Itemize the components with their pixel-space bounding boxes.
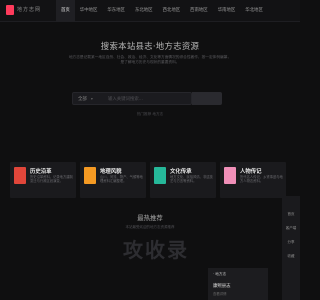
card-description: 历代名人传记，乡贤事迹与地方人物志资料。 <box>240 175 283 184</box>
card-culture[interactable]: 文化传承 地方文化、民俗风情、非遗技艺与方言等资料。 <box>150 162 216 198</box>
recommend-card[interactable]: · 地方志 康熙县志 查看详情 <box>208 268 268 300</box>
card-title: 地理风貌 <box>100 169 122 175</box>
card-description: 历史沿革资料，记录地方建制变迁与行政区划演变。 <box>30 175 73 184</box>
nav-item-east[interactable]: 华东地区 <box>102 0 130 22</box>
site-logo-icon[interactable] <box>6 5 14 15</box>
chevron-down-icon[interactable]: ▾ <box>91 97 93 101</box>
card-title: 文化传承 <box>170 169 192 175</box>
recommend-subtitle: 本站最受欢迎的地方志资源推荐 <box>125 225 175 229</box>
card-title: 历史沿革 <box>30 169 52 175</box>
nav-item-northeast[interactable]: 东北地区 <box>130 0 158 22</box>
card-description: 山川、河流、物产、气候等地理资料汇编整理。 <box>100 175 143 184</box>
nav-item-north[interactable]: 华北地区 <box>240 0 268 22</box>
site-logo-text[interactable]: 地方志网 <box>17 6 41 13</box>
search-box: 全部 ▾ <box>72 92 192 105</box>
card-geography[interactable]: 地理风貌 山川、河流、物产、气候等地理资料汇编整理。 <box>80 162 146 198</box>
recommend-card-name: 康熙县志 <box>213 284 231 289</box>
search-button[interactable] <box>192 92 222 105</box>
search-category-select[interactable]: 全部 <box>78 96 87 102</box>
main-nav: 首页 华中地区 华东地区 东北地区 西北地区 西南地区 华南地区 华北地区 <box>56 0 268 22</box>
card-history[interactable]: 历史沿革 历史沿革资料，记录地方建制变迁与行政区划演变。 <box>10 162 76 198</box>
culture-icon <box>154 167 166 184</box>
hero-title: 搜索本站县志·地方志资源 <box>100 41 200 51</box>
recommend-title: 最热推荐 <box>137 214 163 222</box>
category-cards: 历史沿革 历史沿革资料，记录地方建制变迁与行政区划演变。 地理风貌 山川、河流、… <box>10 162 286 198</box>
card-description: 地方文化、民俗风情、非遗技艺与方言等资料。 <box>170 175 213 184</box>
recommend-card-tag: · 地方志 <box>213 272 227 276</box>
biography-icon <box>224 167 236 184</box>
search-input[interactable] <box>108 94 190 104</box>
recommend-card-meta: 查看详情 <box>213 292 227 296</box>
sidebar-item-client[interactable]: 客户端 <box>282 226 300 231</box>
watermark-logo: 攻收录 <box>123 238 189 262</box>
sidebar-item-share[interactable]: 分享 <box>282 240 300 245</box>
hero-subtitle: 地方志是记载某一地区自然、社会、政治、经济、文化等方面情况的综合性著作，按一定体… <box>68 55 232 65</box>
right-sidebar: 首页 客户端 分享 收藏 <box>282 196 300 300</box>
nav-item-south[interactable]: 华南地区 <box>213 0 241 22</box>
sidebar-item-home[interactable]: 首页 <box>282 212 300 217</box>
card-biography[interactable]: 人物传记 历代名人传记，乡贤事迹与地方人物志资料。 <box>220 162 286 198</box>
nav-item-northwest[interactable]: 西北地区 <box>158 0 186 22</box>
history-icon <box>14 167 26 184</box>
card-title: 人物传记 <box>240 169 262 175</box>
nav-item-central[interactable]: 华中地区 <box>75 0 103 22</box>
nav-item-home[interactable]: 首页 <box>56 0 75 22</box>
sidebar-item-favorite[interactable]: 收藏 <box>282 254 300 259</box>
hot-keywords[interactable]: 热门推荐 地方志 <box>0 112 300 117</box>
nav-item-southwest[interactable]: 西南地区 <box>185 0 213 22</box>
geography-icon <box>84 167 96 184</box>
top-nav-bar: 地方志网 首页 华中地区 华东地区 东北地区 西北地区 西南地区 华南地区 华北… <box>0 0 300 22</box>
